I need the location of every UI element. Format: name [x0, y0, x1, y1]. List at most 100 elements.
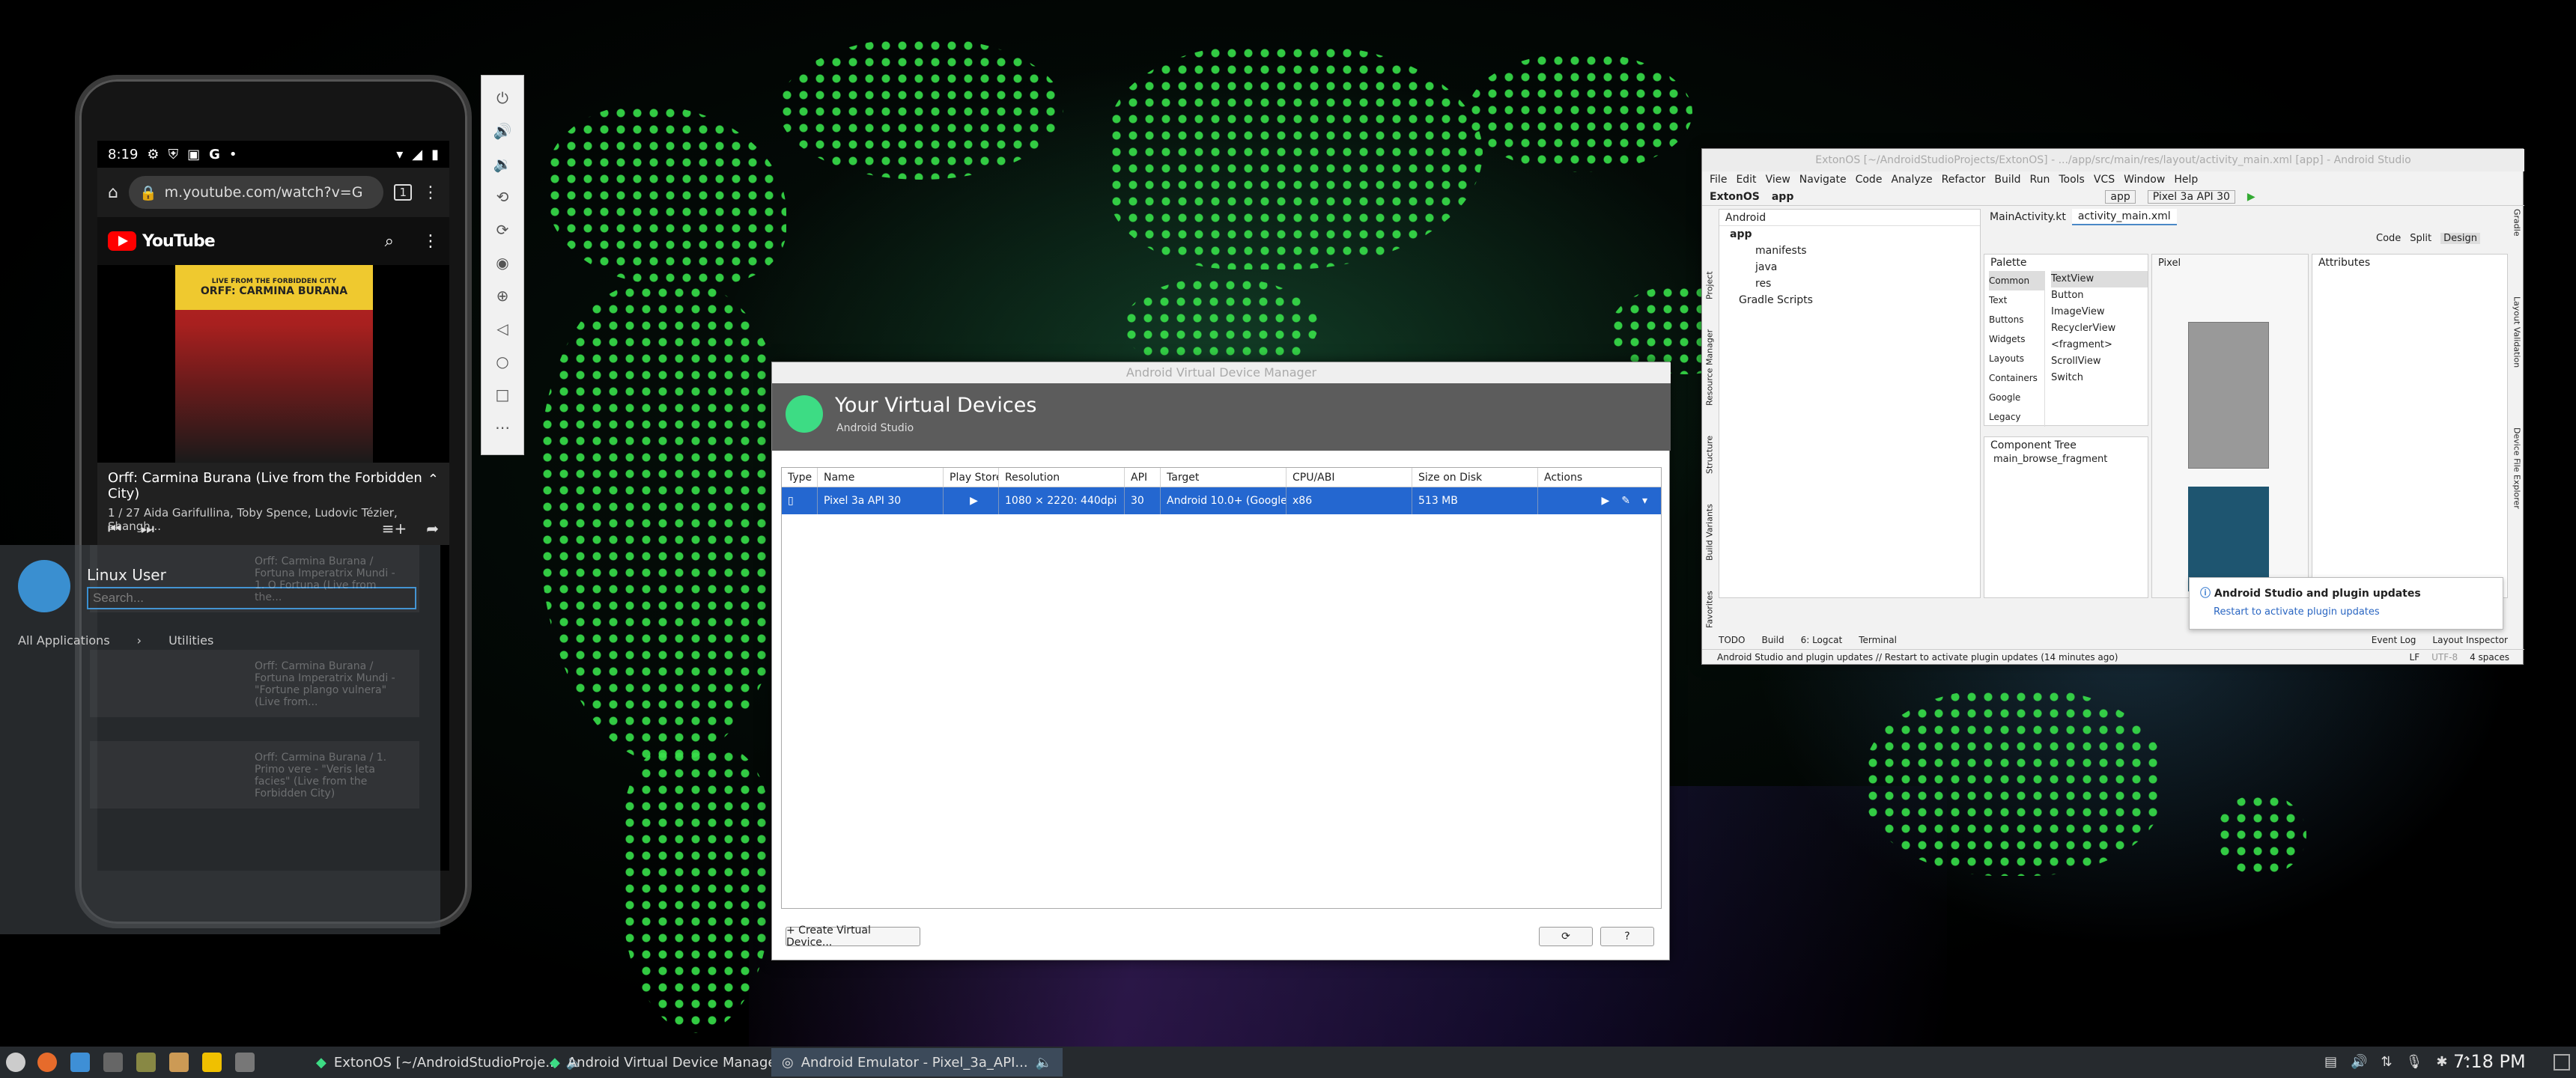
tree-java[interactable]: java	[1730, 259, 1980, 275]
back-icon[interactable]: ◁	[481, 312, 524, 345]
tab-mainactivity[interactable]: MainActivity.kt	[1984, 209, 2072, 225]
volume-down-icon[interactable]: 🔉	[481, 147, 524, 180]
status-indent[interactable]: 4 spaces	[2470, 652, 2509, 663]
rotate-left-icon[interactable]: ⟲	[481, 180, 524, 213]
create-virtual-device-button[interactable]: + Create Virtual Device...	[786, 925, 920, 948]
studio-titlebar[interactable]: ExtonOS [~/AndroidStudioProjects/ExtonOS…	[1702, 149, 2524, 171]
blueprint-preview[interactable]	[2188, 487, 2269, 591]
avd-titlebar[interactable]: Android Virtual Device Manager	[772, 362, 1671, 383]
share-icon[interactable]: ➦	[426, 520, 439, 538]
firefox-icon[interactable]	[37, 1053, 57, 1072]
menu-run[interactable]: Run	[2030, 174, 2050, 186]
volume-up-icon[interactable]: 🔊	[481, 115, 524, 147]
tab-count[interactable]: 1	[394, 184, 412, 201]
tool-todo[interactable]: TODO	[1719, 635, 1745, 645]
menu-code[interactable]: Code	[1856, 174, 1883, 186]
rotate-right-icon[interactable]: ⟳	[481, 213, 524, 246]
tool-event-log[interactable]: Event Log	[2372, 635, 2416, 645]
col-resolution[interactable]: Resolution	[999, 468, 1125, 487]
palette-group-google[interactable]: Google	[1989, 388, 2044, 407]
browser-menu-icon[interactable]: ⋮	[422, 183, 439, 202]
project-view-select[interactable]: Android	[1719, 210, 1980, 226]
status-message[interactable]: Android Studio and plugin updates // Res…	[1717, 652, 2118, 663]
palette-item-switch[interactable]: Switch	[2051, 370, 2148, 386]
side-tab-resource-manager[interactable]: Resource Manager	[1705, 329, 1715, 406]
task-emulator[interactable]: ◎ Android Emulator - Pixel_3a_API... 🔈	[771, 1048, 1063, 1077]
search-icon[interactable]: ⌕	[385, 232, 394, 251]
album-art[interactable]: LIVE FROM THE FORBIDDEN CITY ORFF: CARMI…	[175, 265, 373, 463]
chevron-up-icon[interactable]: ⌃	[428, 472, 439, 487]
tree-gradle[interactable]: Gradle Scripts	[1730, 292, 1980, 308]
launch-icon[interactable]: ▶	[1601, 495, 1609, 507]
palette-item-textview[interactable]: TextView	[2051, 271, 2148, 287]
more-icon[interactable]: ⋮	[422, 232, 439, 251]
device-preview-select[interactable]: Pixel	[2152, 255, 2308, 272]
tool-layout-inspector[interactable]: Layout Inspector	[2432, 635, 2508, 645]
zoom-icon[interactable]: ⊕	[481, 279, 524, 312]
more-icon[interactable]: ⋯	[481, 411, 524, 444]
palette-group-buttons[interactable]: Buttons	[1989, 310, 2044, 329]
status-encoding[interactable]: UTF-8	[2431, 652, 2458, 663]
palette-group-containers[interactable]: Containers	[1989, 368, 2044, 388]
col-cpu[interactable]: CPU/ABI	[1287, 468, 1412, 487]
palette-item-imageview[interactable]: ImageView	[2051, 304, 2148, 320]
tree-manifests[interactable]: manifests	[1730, 243, 1980, 259]
menu-analyze[interactable]: Analyze	[1891, 174, 1932, 186]
side-tab-gradle[interactable]: Gradle	[2512, 209, 2522, 237]
clipboard-icon[interactable]: ▤	[2324, 1054, 2337, 1070]
col-type[interactable]: Type	[782, 468, 818, 487]
show-desktop-icon[interactable]	[2554, 1054, 2570, 1071]
palette-group-widgets[interactable]: Widgets	[1989, 329, 2044, 349]
side-tab-layout-validation[interactable]: Layout Validation	[2512, 296, 2522, 368]
notif-link[interactable]: Restart to activate plugin updates	[2200, 606, 2492, 618]
layout-preview[interactable]	[2188, 322, 2269, 469]
overview-icon[interactable]: □	[481, 378, 524, 411]
tool-build[interactable]: Build	[1761, 635, 1784, 645]
add-to-queue-icon[interactable]: ≡+	[382, 520, 407, 538]
run-icon[interactable]: ▶	[2247, 191, 2255, 203]
side-tab-structure[interactable]: Structure	[1705, 436, 1715, 474]
component-root[interactable]: main_browse_fragment	[1984, 454, 2148, 465]
microphone-icon[interactable]: 🎙	[2406, 1054, 2423, 1070]
col-api[interactable]: API	[1125, 468, 1161, 487]
menu-navigate[interactable]: Navigate	[1799, 174, 1847, 186]
side-tab-device-file-explorer[interactable]: Device File Explorer	[2512, 427, 2522, 509]
volume-icon[interactable]: 🔊	[2351, 1054, 2367, 1070]
palette-group-text[interactable]: Text	[1989, 290, 2044, 310]
menu-refactor[interactable]: Refactor	[1942, 174, 1986, 186]
edit-icon[interactable]: ✎	[1621, 495, 1630, 507]
palette-item-button[interactable]: Button	[2051, 287, 2148, 304]
monitor-icon[interactable]	[103, 1053, 123, 1072]
tree-res[interactable]: res	[1730, 275, 1980, 292]
help-button[interactable]: ?	[1600, 927, 1654, 946]
breadcrumb-project[interactable]: ExtonOS	[1710, 191, 1760, 203]
side-tab-favorites[interactable]: Favorites	[1705, 591, 1715, 628]
previous-icon[interactable]: ⏮	[108, 520, 121, 538]
settings-icon[interactable]	[235, 1053, 255, 1072]
menu-window[interactable]: Window	[2124, 174, 2165, 186]
palette-group-layouts[interactable]: Layouts	[1989, 349, 2044, 368]
tool-logcat[interactable]: 6: Logcat	[1801, 635, 1843, 645]
mode-code[interactable]: Code	[2376, 233, 2401, 244]
palette-item-fragment[interactable]: <fragment>	[2051, 337, 2148, 353]
app-menu-icon[interactable]	[6, 1053, 25, 1072]
tool-icon[interactable]	[136, 1053, 156, 1072]
palette-group-legacy[interactable]: Legacy	[1989, 407, 2044, 427]
url-bar[interactable]: 🔒 m.youtube.com/watch?v=G	[128, 176, 384, 209]
file-manager-icon[interactable]	[70, 1053, 90, 1072]
table-row[interactable]: ▯ Pixel 3a API 30 ▶ 1080 × 2220: 440dpi …	[782, 487, 1661, 514]
next-icon[interactable]: ⏭	[141, 520, 154, 538]
user-avatar[interactable]	[18, 560, 70, 612]
tab-activity-main[interactable]: activity_main.xml	[2071, 209, 2177, 225]
mode-design[interactable]: Design	[2440, 233, 2480, 244]
run-config-select[interactable]: app	[2105, 189, 2136, 204]
menu-view[interactable]: View	[1766, 174, 1790, 186]
update-notification[interactable]: ⓘ Android Studio and plugin updates Rest…	[2189, 577, 2503, 630]
side-tab-project[interactable]: Project	[1705, 271, 1715, 299]
power-icon[interactable]: ⏻	[481, 82, 524, 115]
clock[interactable]: 7:18 PM	[2453, 1051, 2526, 1072]
palette-group-common[interactable]: Common	[1989, 271, 2044, 290]
camera-icon[interactable]: ◉	[481, 246, 524, 279]
tool-terminal[interactable]: Terminal	[1859, 635, 1897, 645]
home-icon[interactable]: ⌂	[108, 183, 118, 202]
